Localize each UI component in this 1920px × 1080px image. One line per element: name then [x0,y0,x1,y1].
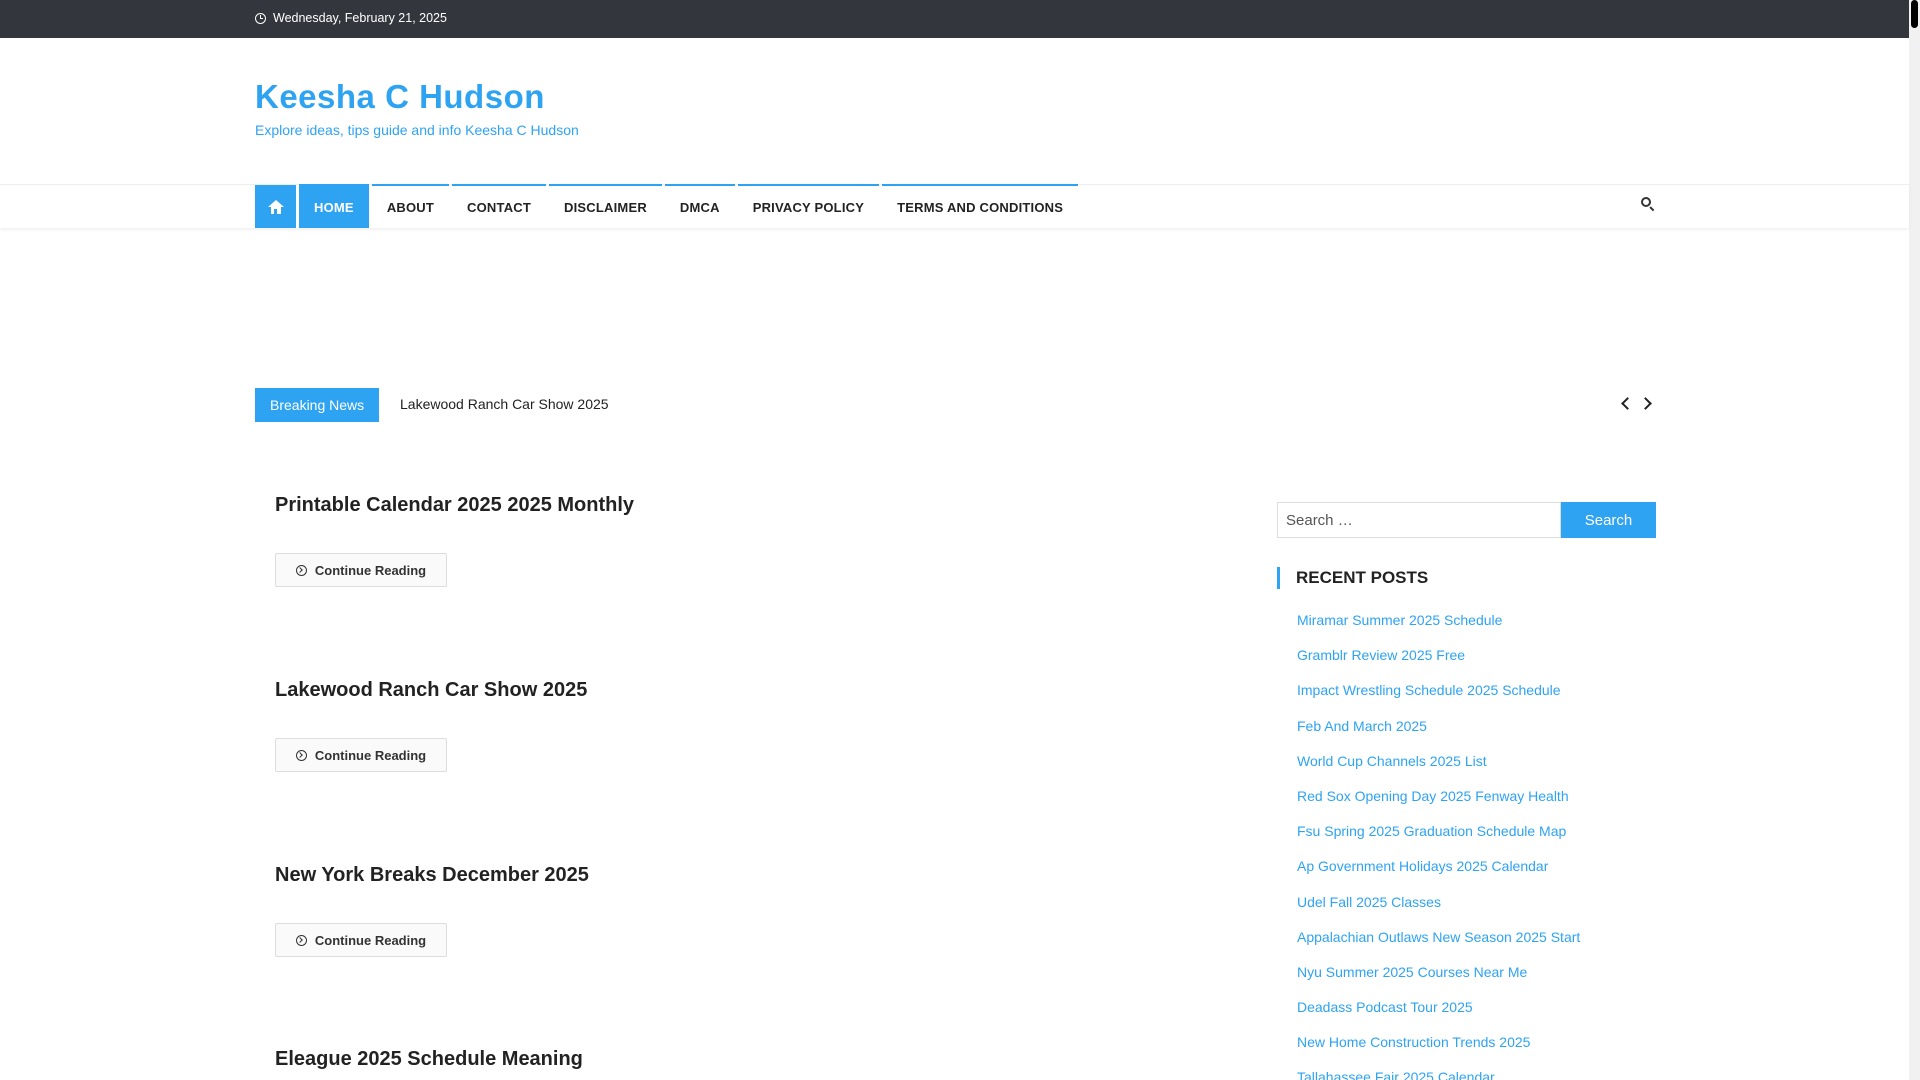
sidebar-search-form: Search [1277,502,1656,538]
nav-item-terms[interactable]: TERMS AND CONDITIONS [882,184,1079,228]
site-title[interactable]: Keesha C Hudson [255,78,545,116]
recent-post-link[interactable]: Tallahassee Fair 2025 Calendar [1297,1067,1580,1080]
recent-post-link[interactable]: Fsu Spring 2025 Graduation Schedule Map [1297,821,1580,856]
continue-reading-label: Continue Reading [314,932,427,948]
recent-post-link[interactable]: Miramar Summer 2025 Schedule [1297,610,1580,645]
recent-posts-title: RECENT POSTS [1277,567,1428,589]
recent-post-link[interactable]: Red Sox Opening Day 2025 Fenway Health [1297,786,1580,821]
date-display: Wednesday, February 21, 2025 [255,11,447,25]
home-button[interactable] [255,185,296,228]
post-title[interactable]: Eleague 2025 Schedule Meaning [275,1048,583,1071]
recent-post-link[interactable]: Impact Wrestling Schedule 2025 Schedule [1297,680,1580,715]
nav-item-privacy-policy[interactable]: PRIVACY POLICY [737,184,880,228]
breaking-news-label: Breaking News [255,388,380,422]
arrow-circle-right-icon [295,749,307,761]
recent-posts-list: Miramar Summer 2025 Schedule Gramblr Rev… [1297,610,1580,1080]
breaking-news-headline[interactable]: Lakewood Ranch Car Show 2025 [400,396,609,412]
nav-item-contact[interactable]: CONTACT [452,184,547,228]
nav-item-dmca[interactable]: DMCA [664,184,735,228]
recent-post-link[interactable]: Gramblr Review 2025 Free [1297,645,1580,680]
nav-item-home[interactable]: HOME [299,184,369,228]
recent-post-link[interactable]: Nyu Summer 2025 Courses Near Me [1297,962,1580,997]
search-input[interactable] [1277,502,1561,538]
continue-reading-button[interactable]: Continue Reading [275,553,447,587]
recent-post-link[interactable]: World Cup Channels 2025 List [1297,751,1580,786]
recent-post-link[interactable]: Feb And March 2025 [1297,716,1580,751]
date-text: Wednesday, February 21, 2025 [273,11,447,25]
recent-post-link[interactable]: Deadass Podcast Tour 2025 [1297,997,1580,1032]
continue-reading-label: Continue Reading [314,562,427,578]
home-icon [267,199,284,214]
ticker-controls [1619,395,1653,411]
chevron-left-icon[interactable] [1619,395,1633,411]
recent-post-link[interactable]: Udel Fall 2025 Classes [1297,892,1580,927]
continue-reading-button[interactable]: Continue Reading [275,738,447,772]
post-title[interactable]: Printable Calendar 2025 2025 Monthly [275,494,634,517]
clock-icon [255,12,266,24]
arrow-circle-right-icon [295,564,307,576]
continue-reading-button[interactable]: Continue Reading [275,923,447,957]
top-bar: Wednesday, February 21, 2025 [0,0,1909,38]
nav-item-about[interactable]: ABOUT [371,184,450,228]
post-item: Printable Calendar 2025 2025 Monthly Con… [275,494,634,587]
chevron-right-icon[interactable] [1639,395,1653,411]
recent-post-link[interactable]: Ap Government Holidays 2025 Calendar [1297,856,1580,891]
page-scrollbar[interactable] [1909,0,1920,1080]
scrollbar-thumb[interactable] [1911,0,1918,28]
arrow-circle-right-icon [295,934,307,946]
post-title[interactable]: New York Breaks December 2025 [275,864,589,887]
post-item: Lakewood Ranch Car Show 2025 Continue Re… [275,679,587,772]
continue-reading-label: Continue Reading [314,747,427,763]
recent-post-link[interactable]: New Home Construction Trends 2025 [1297,1032,1580,1067]
search-button[interactable]: Search [1561,502,1656,538]
post-title[interactable]: Lakewood Ranch Car Show 2025 [275,679,587,702]
post-item: Eleague 2025 Schedule Meaning [275,1048,583,1071]
site-tagline: Explore ideas, tips guide and info Keesh… [255,122,579,138]
nav-menu: HOME ABOUT CONTACT DISCLAIMER DMCA PRIVA… [299,184,1079,228]
nav-item-disclaimer[interactable]: DISCLAIMER [549,184,662,228]
recent-post-link[interactable]: Appalachian Outlaws New Season 2025 Star… [1297,927,1580,962]
search-icon[interactable] [1640,196,1656,212]
post-item: New York Breaks December 2025 Continue R… [275,864,589,957]
